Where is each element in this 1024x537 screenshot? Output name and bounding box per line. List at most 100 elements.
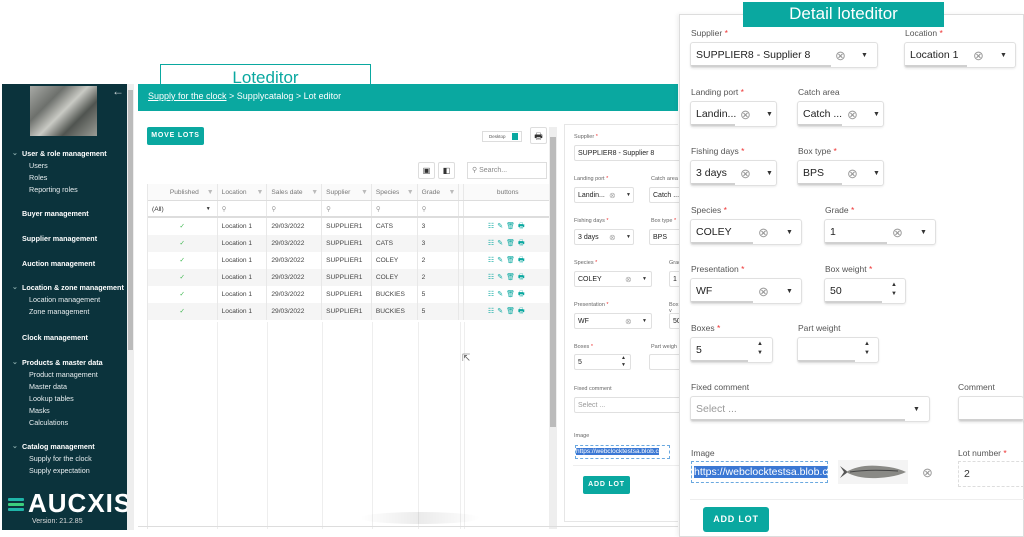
table-row[interactable]: ✓ Location 1 29/03/2022 SUPPLIER1 BUCKIES 5 ☷✎… [148, 303, 552, 320]
breadcrumb-link-supply-for-the-clock[interactable]: Supply for the clock [148, 91, 227, 101]
sidebar-item[interactable]: Supply expectation [2, 465, 127, 477]
filter-icon[interactable]: ▼ [449, 184, 456, 200]
sidebar-item[interactable]: Reporting roles [2, 184, 127, 196]
detail-fishing-days-select[interactable]: 3 days ⊗ ▼ [690, 160, 777, 186]
column-header[interactable]: Species ▼ [372, 184, 418, 200]
print-icon[interactable]: 🖶 [518, 240, 528, 247]
detail-grade-select[interactable]: 1 ⊗ ▼ [824, 219, 936, 245]
filter-icon[interactable]: ▼ [361, 184, 368, 200]
sidebar-group-header[interactable]: Supplier management [2, 233, 127, 245]
species-filter[interactable]: ⚲ [372, 201, 418, 216]
search-input[interactable]: ⚲ Search... [467, 162, 547, 179]
sidebar-item[interactable]: Zone management [2, 306, 127, 318]
image-url-input[interactable]: https://webclocktestsa.blob.c [575, 445, 670, 459]
print-icon[interactable]: 🖶 [518, 291, 528, 298]
delete-icon[interactable]: 🗑 [506, 291, 518, 298]
column-header[interactable]: buttons [464, 184, 552, 200]
sidebar-item[interactable]: Location management [2, 294, 127, 306]
details-icon[interactable]: ☷ [488, 308, 497, 315]
sidebar-scrollbar[interactable] [127, 84, 134, 530]
column-chooser-button[interactable]: ◧ [438, 162, 455, 179]
grid-scrollbar[interactable] [549, 127, 557, 529]
detail-species-select[interactable]: COLEY ⊗ ▼ [690, 219, 802, 245]
sidebar-item[interactable]: Master data [2, 381, 127, 393]
sidebar-item[interactable]: Masks [2, 405, 127, 417]
delete-icon[interactable]: 🗑 [506, 240, 518, 247]
presentation-select[interactable]: WF ⊗ ▼ [574, 313, 652, 329]
table-row[interactable]: ✓ Location 1 29/03/2022 SUPPLIER1 CATS 3 ☷✎🗑🖶 [148, 235, 552, 252]
desktop-toggle[interactable]: Desktop [482, 131, 522, 142]
sidebar-item[interactable]: Supply for the clock [2, 453, 127, 465]
sidebar-item[interactable]: Product management [2, 369, 127, 381]
detail-comment-input[interactable] [958, 396, 1024, 422]
fixed-comment-select[interactable]: Select ... [574, 397, 684, 413]
add-lot-button[interactable]: ADD LOT [703, 507, 769, 532]
table-row[interactable]: ✓ Location 1 29/03/2022 SUPPLIER1 COLEY 2 ☷✎🗑🖶 [148, 252, 552, 269]
detail-box-weight-input[interactable]: 50 ▲ ▼ [824, 278, 906, 304]
filter-icon[interactable]: ▼ [311, 184, 318, 200]
sidebar-group-header[interactable]: ⌄ User & role management [2, 148, 127, 160]
move-lots-button[interactable]: MOVE LOTS [147, 127, 204, 145]
delete-icon[interactable]: 🗑 [506, 274, 518, 281]
detail-box-type-select[interactable]: BPS ⊗ ▼ [797, 160, 884, 186]
column-header[interactable]: Published ▼ [148, 184, 218, 200]
table-row[interactable]: ✓ Location 1 29/03/2022 SUPPLIER1 COLEY 2 ☷✎🗑🖶 [148, 269, 552, 286]
grade-filter[interactable]: ⚲ [418, 201, 460, 216]
details-icon[interactable]: ☷ [488, 291, 497, 298]
sidebar-group-header[interactable]: ⌄ Catalog management [2, 441, 127, 453]
column-header[interactable]: Sales date ▼ [267, 184, 323, 200]
edit-icon[interactable]: ✎ [497, 291, 506, 298]
fishing-days-select[interactable]: 3 days ⊗ ▼ [574, 229, 634, 245]
sidebar-group-header[interactable]: ⌄ Products & master data [2, 357, 127, 369]
supplier-select[interactable]: SUPPLIER8 - Supplier 8 [574, 145, 684, 161]
column-header[interactable]: Grade ▼ [418, 184, 460, 200]
location-filter[interactable]: ⚲ [218, 201, 268, 216]
detail-supplier-select[interactable]: SUPPLIER8 - Supplier 8 ⊗ ▼ [690, 42, 878, 68]
details-icon[interactable]: ☷ [488, 274, 497, 281]
filter-icon[interactable]: ▼ [407, 184, 414, 200]
edit-icon[interactable]: ✎ [497, 223, 506, 230]
print-icon[interactable]: 🖶 [518, 257, 528, 264]
column-header[interactable]: Supplier ▼ [322, 184, 372, 200]
edit-icon[interactable]: ✎ [497, 308, 506, 315]
supplier-filter[interactable]: ⚲ [322, 201, 372, 216]
sidebar-group-header[interactable]: ⌄ Location & zone management [2, 282, 127, 294]
filter-icon[interactable]: ▼ [256, 184, 263, 200]
published-filter[interactable]: (All) ▼ [148, 201, 218, 216]
edit-icon[interactable]: ✎ [497, 257, 506, 264]
edit-icon[interactable]: ✎ [497, 274, 506, 281]
detail-fixed-comment-select[interactable]: Select ... ▼ [690, 396, 930, 422]
details-icon[interactable]: ☷ [488, 240, 497, 247]
print-icon[interactable]: 🖶 [518, 308, 528, 315]
sidebar-item[interactable]: Lookup tables [2, 393, 127, 405]
detail-image-url-input[interactable]: https://webclocktestsa.blob.c [691, 461, 828, 483]
detail-location-select[interactable]: Location 1 ⊗ ▼ [904, 42, 1016, 68]
detail-part-weight-input[interactable]: ▲ ▼ [797, 337, 879, 363]
print-button[interactable]: 🖶 [530, 127, 547, 144]
delete-icon[interactable]: 🗑 [506, 223, 518, 230]
detail-boxes-input[interactable]: 5 ▲ ▼ [690, 337, 773, 363]
edit-icon[interactable]: ✎ [497, 240, 506, 247]
print-icon[interactable]: 🖶 [518, 274, 528, 281]
sidebar-group-header[interactable]: Auction management [2, 258, 127, 270]
delete-icon[interactable]: 🗑 [506, 308, 518, 315]
detail-lot-number-input[interactable]: 2 [958, 461, 1024, 487]
species-select[interactable]: COLEY ⊗ ▼ [574, 271, 652, 287]
sales-date-filter[interactable]: ⚲ [267, 201, 323, 216]
sidebar-item[interactable]: Roles [2, 172, 127, 184]
detail-landing-port-select[interactable]: Landin... ⊗ ▼ [690, 101, 777, 127]
landing-port-select[interactable]: Landin... ⊗ ▼ [574, 187, 634, 203]
add-lot-button-small[interactable]: ADD LOT [583, 476, 630, 494]
details-icon[interactable]: ☷ [488, 223, 497, 230]
table-row[interactable]: ✓ Location 1 29/03/2022 SUPPLIER1 BUCKIES 5 ☷✎… [148, 286, 552, 303]
sidebar-item[interactable]: Calculations [2, 417, 127, 429]
detail-catch-area-select[interactable]: Catch ... ⊗ ▼ [797, 101, 884, 127]
boxes-input[interactable]: 5 ▲ ▼ [574, 354, 631, 370]
table-row[interactable]: ✓ Location 1 29/03/2022 SUPPLIER1 CATS 3 ☷✎🗑🖶 [148, 218, 552, 235]
collapse-sidebar-icon[interactable]: ← [112, 84, 124, 98]
export-button[interactable]: ▣ [418, 162, 435, 179]
clear-image-icon[interactable]: ⊗ [922, 465, 933, 481]
detail-presentation-select[interactable]: WF ⊗ ▼ [690, 278, 802, 304]
column-header[interactable]: Location ▼ [218, 184, 268, 200]
filter-icon[interactable]: ▼ [207, 184, 214, 200]
